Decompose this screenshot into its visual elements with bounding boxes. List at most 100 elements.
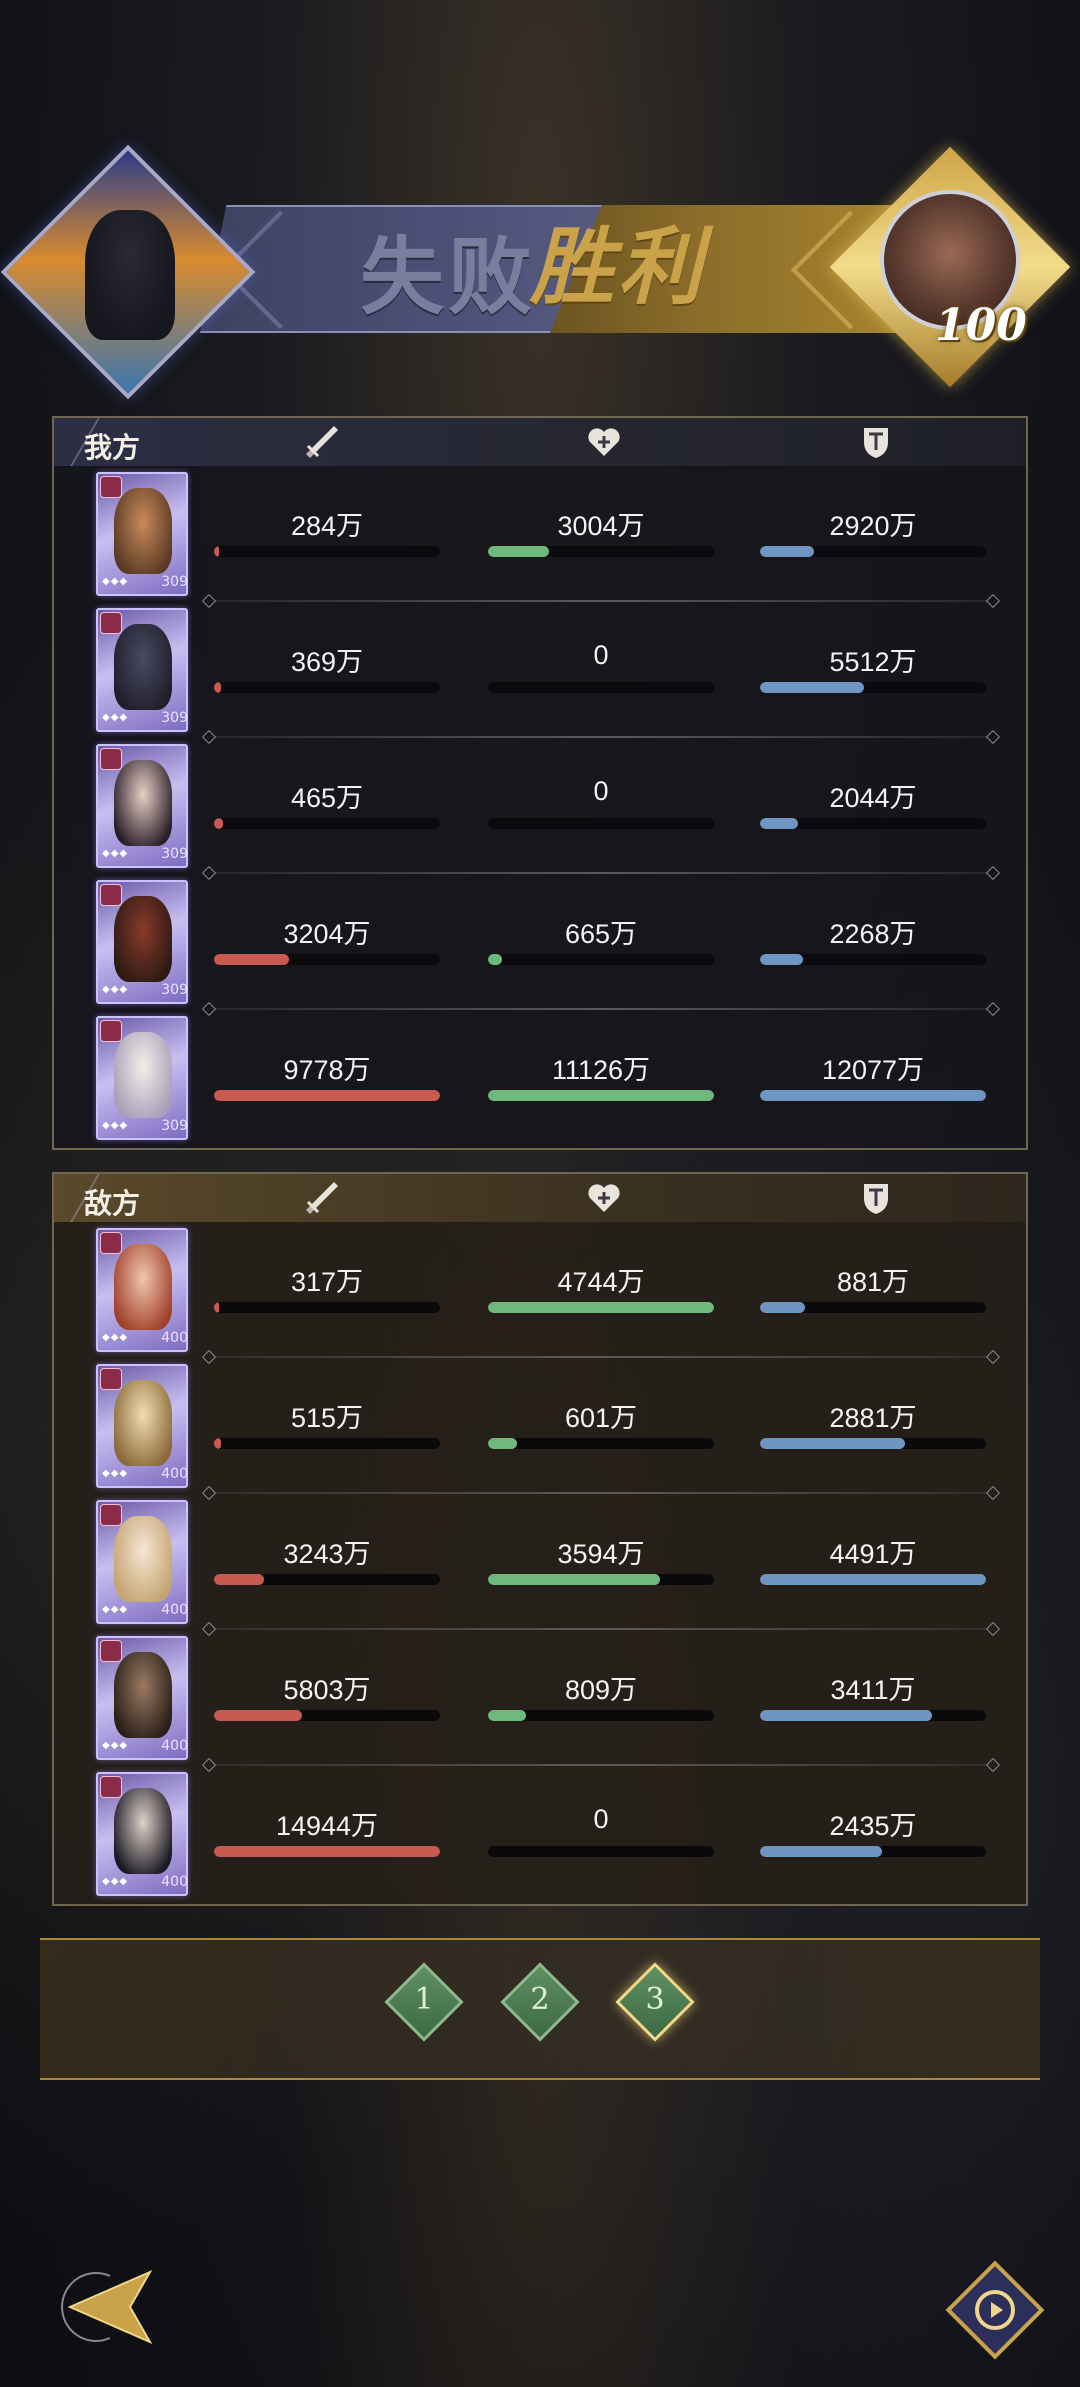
back-arrow-icon[interactable] <box>50 2262 160 2352</box>
defense-bar-fill <box>760 546 815 557</box>
hero-card[interactable]: ◆◆◆ 400 <box>96 1364 188 1488</box>
hero-level: 400 <box>161 1602 188 1618</box>
heart-icon <box>588 428 620 456</box>
hero-stars: ◆◆◆ <box>102 984 129 995</box>
defense-value: 2044万 <box>829 783 917 813</box>
attack-value: 3204万 <box>283 919 371 949</box>
defense-value: 881万 <box>836 1267 910 1297</box>
heal-bar <box>488 1438 714 1449</box>
our-team-title: 我方 <box>84 431 141 464</box>
enemy-team-title: 敌方 <box>84 1187 141 1220</box>
hero-level: 400 <box>161 1874 188 1890</box>
attack-bar <box>214 1438 440 1449</box>
attack-stat: 317万 <box>214 1260 440 1330</box>
hero-portrait <box>114 760 172 846</box>
heal-bar-fill <box>488 1438 518 1449</box>
hero-card[interactable]: ◆◆◆ 309 <box>96 744 188 868</box>
round-3-button[interactable]: 3 <box>615 1962 695 2042</box>
hero-card[interactable]: ◆◆◆ 309 <box>96 880 188 1004</box>
attack-bar-fill <box>214 1302 219 1313</box>
defense-bar-fill <box>760 1090 986 1101</box>
round-1-button[interactable]: 1 <box>384 1962 464 2042</box>
hero-card[interactable]: ◆◆◆ 309 <box>96 472 188 596</box>
attack-value: 3243万 <box>283 1539 371 1569</box>
hero-card[interactable]: ◆◆◆ 400 <box>96 1500 188 1624</box>
heal-value: 0 <box>593 640 609 670</box>
round-number: 2 <box>530 1982 550 2017</box>
attack-value: 9778万 <box>283 1055 371 1085</box>
heal-bar <box>488 1710 714 1721</box>
battle-result-banner: 失败 胜利 100 <box>0 144 1071 400</box>
hero-class-badge <box>100 748 122 770</box>
heal-value: 601万 <box>564 1403 638 1433</box>
defense-value: 4491万 <box>829 1539 917 1569</box>
defense-bar <box>760 1574 986 1585</box>
round-2-button[interactable]: 2 <box>500 1962 580 2042</box>
hero-class-badge <box>100 1232 122 1254</box>
attack-bar-fill <box>214 682 221 693</box>
heart-icon <box>588 1184 620 1212</box>
hero-stars: ◆◆◆ <box>102 1468 129 1479</box>
attack-bar-fill <box>214 1090 440 1101</box>
defense-bar-fill <box>760 1438 905 1449</box>
hero-stars: ◆◆◆ <box>102 1876 129 1887</box>
attack-value: 5803万 <box>283 1675 371 1705</box>
defense-bar <box>760 1438 986 1449</box>
heal-stat: 665万 <box>488 912 714 982</box>
enemy-level: 100 <box>935 300 1027 351</box>
defense-value: 2920万 <box>829 511 917 541</box>
attack-bar <box>214 682 440 693</box>
heal-stat: 809万 <box>488 1668 714 1738</box>
replay-icon[interactable] <box>940 2255 1050 2365</box>
attack-bar <box>214 1846 440 1857</box>
defense-bar-fill <box>760 1574 986 1585</box>
heal-stat: 3004万 <box>488 504 714 574</box>
defense-stat: 2044万 <box>760 776 986 846</box>
hero-card[interactable]: ◆◆◆ 309 <box>96 1016 188 1140</box>
round-number: 1 <box>414 1982 434 2017</box>
defense-stat: 5512万 <box>760 640 986 710</box>
heal-value: 3594万 <box>557 1539 645 1569</box>
heal-bar <box>488 818 714 829</box>
our-team-panel: 我方 ◆◆◆ 309 284万 3004万 2920万 ◆◆◆ 309 369万… <box>40 416 1028 1150</box>
heal-bar-fill <box>488 1090 714 1101</box>
defense-bar <box>760 546 986 557</box>
defense-bar <box>760 818 986 829</box>
sword-icon <box>306 426 338 458</box>
attack-stat: 465万 <box>214 776 440 846</box>
hero-card[interactable]: ◆◆◆ 400 <box>96 1636 188 1760</box>
hero-class-badge <box>100 884 122 906</box>
hero-card[interactable]: ◆◆◆ 400 <box>96 1228 188 1352</box>
heal-bar-fill <box>488 1710 527 1721</box>
hero-class-badge <box>100 476 122 498</box>
team-member-row: ◆◆◆ 400 14944万 0 2435万 <box>54 1766 1026 1904</box>
heal-value: 665万 <box>564 919 638 949</box>
attack-bar-fill <box>214 1438 221 1449</box>
heal-bar <box>488 1846 714 1857</box>
defense-bar <box>760 682 986 693</box>
attack-value: 515万 <box>290 1403 364 1433</box>
attack-bar <box>214 546 440 557</box>
heal-bar <box>488 1090 714 1101</box>
hero-class-badge <box>100 1368 122 1390</box>
heal-value: 809万 <box>564 1675 638 1705</box>
hero-card[interactable]: ◆◆◆ 400 <box>96 1772 188 1896</box>
defense-bar <box>760 1710 986 1721</box>
heal-bar <box>488 682 714 693</box>
hero-portrait <box>114 1788 172 1874</box>
attack-value: 369万 <box>290 647 364 677</box>
heal-stat: 0 <box>488 1804 714 1874</box>
hero-portrait <box>114 1032 172 1118</box>
hero-card[interactable]: ◆◆◆ 309 <box>96 608 188 732</box>
attack-bar <box>214 1302 440 1313</box>
hero-portrait <box>114 624 172 710</box>
hero-level: 400 <box>161 1330 188 1346</box>
heal-stat: 11126万 <box>488 1048 714 1118</box>
hero-class-badge <box>100 1640 122 1662</box>
attack-stat: 5803万 <box>214 1668 440 1738</box>
defense-value: 12077万 <box>821 1055 925 1085</box>
attack-bar-fill <box>214 1574 264 1585</box>
team-member-row: ◆◆◆ 400 317万 4744万 881万 <box>54 1222 1026 1360</box>
heal-stat: 3594万 <box>488 1532 714 1602</box>
defense-stat: 2268万 <box>760 912 986 982</box>
